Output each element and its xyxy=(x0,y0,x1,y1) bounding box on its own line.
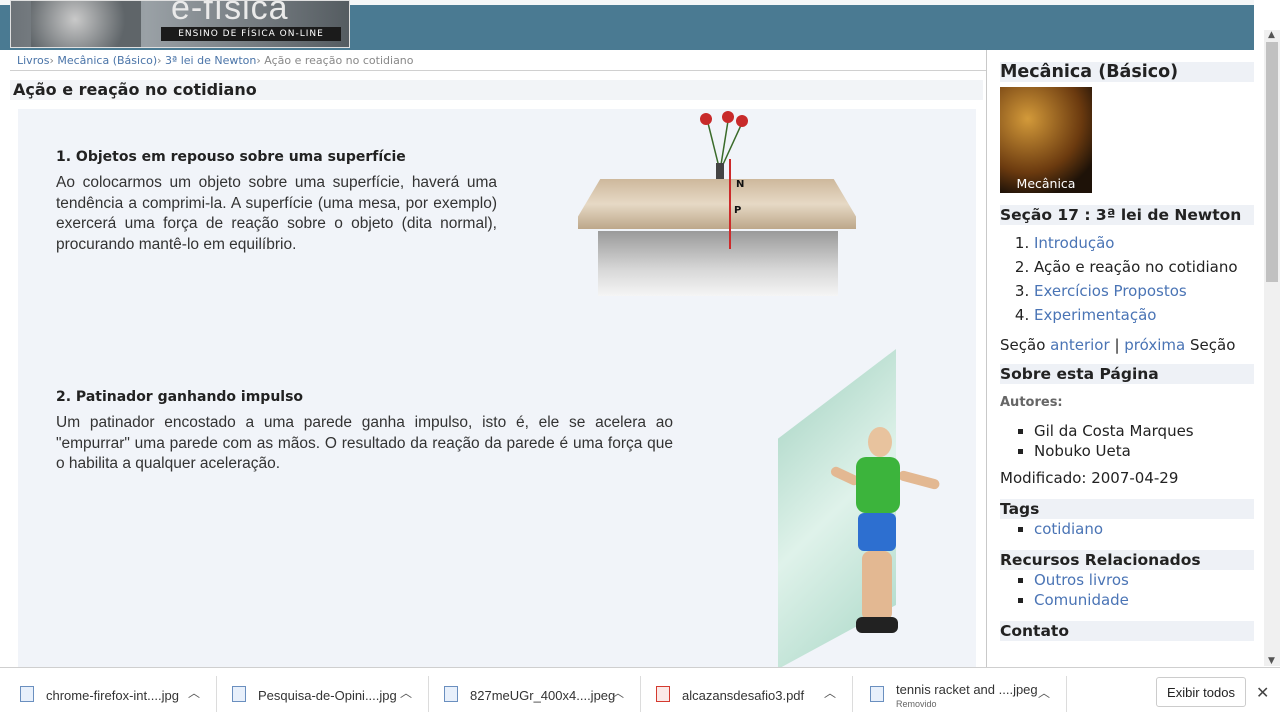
breadcrumb-divider xyxy=(10,70,986,71)
sidebar: Mecânica (Básico) Mecânica Seção 17 : 3ª… xyxy=(1000,62,1254,641)
related-link-outros-livros[interactable]: Outros livros xyxy=(1034,571,1129,589)
download-filename: chrome-firefox-int....jpg xyxy=(46,688,179,703)
download-filename: 827meUGr_400x4....jpeg xyxy=(470,688,616,703)
scroll-down-icon[interactable]: ▼ xyxy=(1268,656,1275,666)
section1-title: 1. Objetos em repouso sobre uma superfíc… xyxy=(56,149,406,165)
related-heading: Recursos Relacionados xyxy=(1000,550,1254,570)
skater-shirt xyxy=(856,457,900,513)
toc-link-exercicios[interactable]: Exercícios Propostos xyxy=(1034,282,1187,300)
scrollbar-thumb[interactable] xyxy=(1266,42,1278,282)
breadcrumb-current: Ação e reação no cotidiano xyxy=(264,54,414,67)
table-cloth xyxy=(598,231,838,296)
download-filename: alcazansdesafio3.pdf xyxy=(682,688,805,703)
toc-link-introducao[interactable]: Introdução xyxy=(1034,234,1114,252)
weight-force-arrow xyxy=(729,199,731,249)
book-title: Mecânica (Básico) xyxy=(1000,62,1254,82)
image-file-icon xyxy=(20,686,34,702)
download-item[interactable]: tennis racket and ....jpeg Removido ︿ xyxy=(850,668,1066,721)
breadcrumb-livros[interactable]: Livros xyxy=(17,54,49,67)
main-content: 1. Objetos em repouso sobre uma superfíc… xyxy=(18,109,976,669)
skater-shorts xyxy=(858,513,896,551)
roller-skates xyxy=(856,617,898,633)
download-item[interactable]: Pesquisa-de-Opini....jpg ︿ xyxy=(212,668,428,721)
about-heading: Sobre esta Página xyxy=(1000,364,1254,384)
table-illustration: N P xyxy=(578,111,858,304)
related-list: Outros livros Comunidade xyxy=(1000,570,1254,610)
logo-subtitle: ENSINO DE FÍSICA ON-LINE xyxy=(161,27,341,41)
download-separator xyxy=(1066,676,1067,712)
chevron-up-icon[interactable]: ︿ xyxy=(612,684,624,701)
download-bar: chrome-firefox-int....jpg ︿ Pesquisa-de-… xyxy=(0,667,1280,721)
sidebar-divider xyxy=(986,50,987,668)
author-item: Nobuko Ueta xyxy=(1034,441,1254,461)
book-cover-caption: Mecânica xyxy=(1016,176,1076,191)
tags-list: cotidiano xyxy=(1000,519,1254,539)
section-heading: Seção 17 : 3ª lei de Newton xyxy=(1000,205,1254,225)
related-item[interactable]: Comunidade xyxy=(1034,590,1254,610)
modified-date: Modificado: 2007-04-29 xyxy=(1000,469,1179,487)
site-logo[interactable]: e-física ENSINO DE FÍSICA ON-LINE xyxy=(10,0,350,48)
download-item[interactable]: 827meUGr_400x4....jpeg ︿ xyxy=(424,668,640,721)
tags-heading: Tags xyxy=(1000,499,1254,519)
toc-link-experimentacao[interactable]: Experimentação xyxy=(1034,306,1156,324)
contact-heading: Contato xyxy=(1000,621,1254,641)
section1-text: Ao colocarmos um objeto sobre uma superf… xyxy=(56,174,497,253)
skater-arm-right xyxy=(897,469,941,491)
chevron-up-icon[interactable]: ︿ xyxy=(824,684,836,701)
label-n: N xyxy=(736,179,745,190)
toc-item[interactable]: Exercícios Propostos xyxy=(1034,279,1254,303)
skater-head xyxy=(868,427,892,457)
chevron-up-icon[interactable]: ︿ xyxy=(400,684,412,701)
section2-text: Um patinador encostado a uma parede ganh… xyxy=(56,414,673,472)
section2-title: 2. Patinador ganhando impulso xyxy=(56,389,304,405)
chevron-up-icon[interactable]: ︿ xyxy=(1038,684,1050,701)
scroll-up-icon[interactable]: ▲ xyxy=(1268,30,1275,40)
authors-label: Autores: xyxy=(1000,395,1063,410)
pager-suffix: Seção xyxy=(1190,336,1236,354)
pager-previous-link[interactable]: anterior xyxy=(1050,336,1110,354)
chevron-up-icon[interactable]: ︿ xyxy=(188,684,200,701)
section-toc: Introdução Ação e reação no cotidiano Ex… xyxy=(1000,231,1254,327)
download-filename: tennis racket and ....jpeg xyxy=(896,682,1038,697)
logo-artwork xyxy=(31,1,141,47)
breadcrumb-mecanica[interactable]: Mecânica (Básico) xyxy=(57,54,157,67)
related-item[interactable]: Outros livros xyxy=(1034,570,1254,590)
skater-legs xyxy=(862,551,892,621)
toc-item-current: Ação e reação no cotidiano xyxy=(1034,255,1254,279)
toc-item[interactable]: Introdução xyxy=(1034,231,1254,255)
book-cover-image[interactable]: Mecânica xyxy=(1000,87,1092,193)
site-header: e-física ENSINO DE FÍSICA ON-LINE xyxy=(0,0,1254,50)
table-top xyxy=(578,179,856,229)
breadcrumb-separator: › xyxy=(157,54,166,67)
tag-item[interactable]: cotidiano xyxy=(1034,519,1254,539)
pager-prefix: Seção xyxy=(1000,336,1046,354)
image-file-icon xyxy=(870,686,884,702)
page-title: Ação e reação no cotidiano xyxy=(10,80,983,100)
image-file-icon xyxy=(232,686,246,702)
pager-separator: | xyxy=(1114,336,1120,354)
download-filename: Pesquisa-de-Opini....jpg xyxy=(258,688,397,703)
breadcrumb-3a-lei[interactable]: 3ª lei de Newton xyxy=(165,54,256,67)
related-link-comunidade[interactable]: Comunidade xyxy=(1034,591,1129,609)
skater-illustration xyxy=(778,349,958,669)
page-scrollbar[interactable]: ▲ ▼ xyxy=(1264,30,1280,666)
toc-current-label: Ação e reação no cotidiano xyxy=(1034,258,1238,276)
pdf-file-icon xyxy=(656,686,670,702)
close-icon[interactable]: ✕ xyxy=(1256,683,1269,702)
author-item: Gil da Costa Marques xyxy=(1034,421,1254,441)
breadcrumb: Livros› Mecânica (Básico)› 3ª lei de New… xyxy=(17,54,414,67)
download-item[interactable]: alcazansdesafio3.pdf ︿ xyxy=(636,668,852,721)
flower-vase-illustration xyxy=(700,111,748,179)
image-file-icon xyxy=(444,686,458,702)
tag-link-cotidiano[interactable]: cotidiano xyxy=(1034,520,1103,538)
logo-title: e-física xyxy=(171,0,289,27)
download-status: Removido xyxy=(896,699,937,709)
show-all-downloads-button[interactable]: Exibir todos xyxy=(1156,677,1246,707)
label-p: P xyxy=(734,205,742,216)
download-item[interactable]: chrome-firefox-int....jpg ︿ xyxy=(0,668,216,721)
authors-list: Gil da Costa Marques Nobuko Ueta xyxy=(1000,421,1254,461)
toc-item[interactable]: Experimentação xyxy=(1034,303,1254,327)
pager-next-link[interactable]: próxima xyxy=(1124,336,1185,354)
section-pager: Seção anterior | próxima Seção xyxy=(1000,333,1254,357)
